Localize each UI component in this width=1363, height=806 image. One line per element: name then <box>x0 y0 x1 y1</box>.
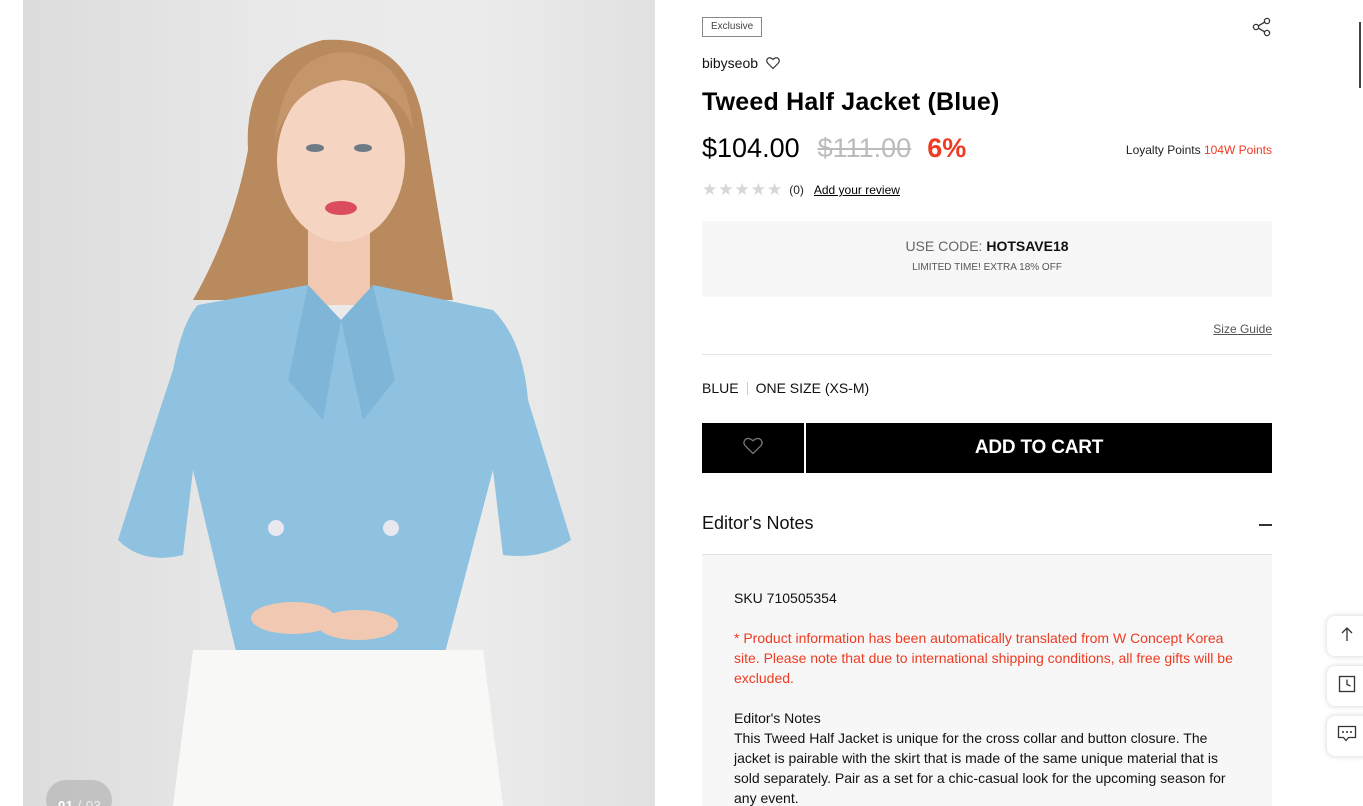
clock-icon <box>1338 675 1356 698</box>
brand-link[interactable]: bibyseob <box>702 55 758 71</box>
chat-button[interactable] <box>1327 716 1363 756</box>
notes-description: This Tweed Half Jacket is unique for the… <box>734 730 1226 806</box>
editors-notes-toggle[interactable]: Editor's Notes <box>702 513 813 534</box>
add-review-link[interactable]: Add your review <box>814 183 900 197</box>
divider <box>702 354 1272 355</box>
review-count: (0) <box>789 183 804 197</box>
price-row: $104.00 $111.00 6% <box>702 133 966 164</box>
sku-number: SKU 710505354 <box>734 590 837 606</box>
loyalty-value: 104W Points <box>1203 143 1272 157</box>
brand-row: bibyseob <box>702 53 780 73</box>
product-title: Tweed Half Jacket (Blue) <box>702 88 1000 116</box>
recently-viewed-button[interactable] <box>1327 666 1363 706</box>
promo-code-line: USE CODE: HOTSAVE18 <box>702 238 1272 254</box>
size-guide-link[interactable]: Size Guide <box>1213 322 1272 336</box>
promo-code-box: USE CODE: HOTSAVE18 LIMITED TIME! EXTRA … <box>702 221 1272 297</box>
image-counter: 01 / 03 <box>46 780 112 806</box>
original-price: $111.00 <box>817 133 912 163</box>
selected-options: BLUE ONE SIZE (XS-M) <box>702 380 869 396</box>
scrollbar[interactable] <box>1359 22 1361 88</box>
promo-label: USE CODE: <box>905 238 983 254</box>
notes-label: Editor's Notes <box>734 710 821 726</box>
model-photo <box>118 39 571 806</box>
promo-code: HOTSAVE18 <box>986 238 1069 254</box>
image-counter-total: 03 <box>85 798 102 806</box>
editors-notes-content: SKU 710505354 * Product information has … <box>702 555 1272 806</box>
color-option: BLUE <box>702 380 739 396</box>
minus-icon[interactable] <box>1259 524 1272 526</box>
share-icon[interactable] <box>1252 17 1272 37</box>
translation-warning: * Product information has been automatic… <box>734 630 1233 686</box>
star-rating: ★★★★★ <box>702 180 784 199</box>
product-image[interactable]: 01 / 03 <box>23 0 655 806</box>
heart-icon[interactable] <box>766 56 780 70</box>
add-to-cart-button[interactable]: ADD TO CART <box>806 423 1272 473</box>
rating-row: ★★★★★ (0) Add your review <box>702 180 900 200</box>
exclusive-badge: Exclusive <box>702 17 763 37</box>
chat-icon <box>1337 725 1357 748</box>
loyalty-points: Loyalty Points 104W Points <box>1126 143 1272 157</box>
arrow-up-icon <box>1338 625 1356 648</box>
sale-price: $104.00 <box>702 133 800 163</box>
image-counter-current: 01 <box>58 798 74 806</box>
scroll-top-button[interactable] <box>1327 616 1363 656</box>
size-option: ONE SIZE (XS-M) <box>755 380 870 396</box>
promo-note: LIMITED TIME! EXTRA 18% OFF <box>912 262 1062 273</box>
heart-icon <box>743 437 763 460</box>
option-divider <box>746 381 748 395</box>
image-counter-separator: / <box>77 798 82 806</box>
discount-percent: 6% <box>927 133 967 163</box>
wishlist-button[interactable] <box>702 423 804 473</box>
loyalty-label: Loyalty Points <box>1125 143 1201 157</box>
